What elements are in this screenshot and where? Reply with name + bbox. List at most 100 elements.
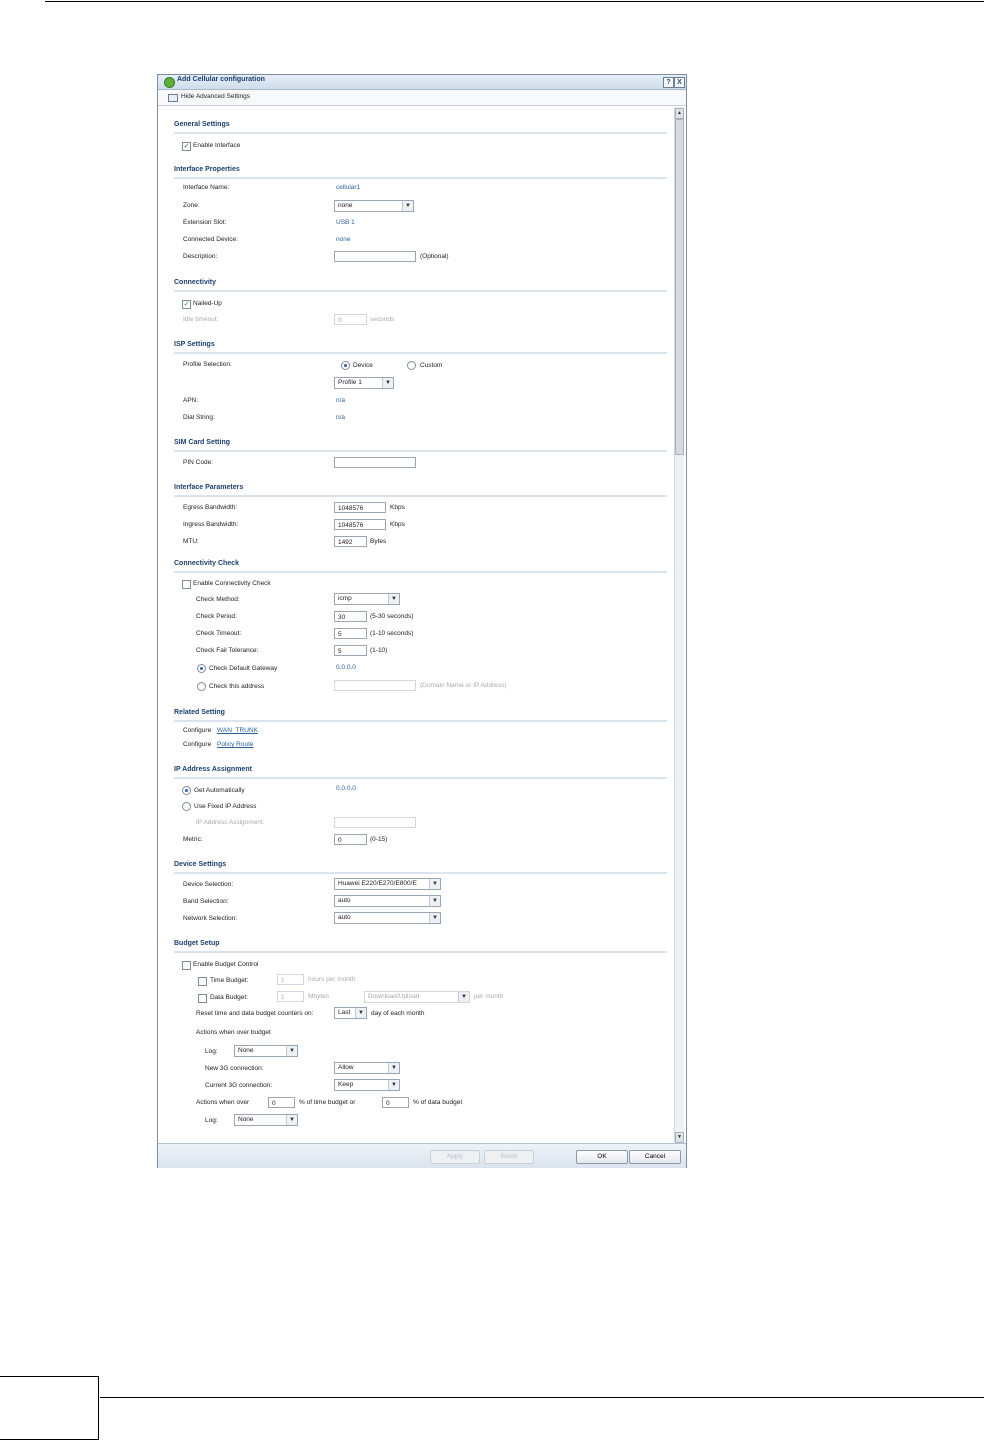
chevron-down-icon: ▼ bbox=[286, 1046, 297, 1056]
section-divider bbox=[174, 450, 667, 452]
reset-button[interactable]: Reset bbox=[484, 1150, 534, 1164]
check-timeout-hint: (1-10 seconds) bbox=[370, 630, 414, 637]
section-divider bbox=[174, 720, 667, 722]
over-time-percent-input[interactable]: 0 bbox=[268, 1097, 295, 1108]
over-data-percent-suffix: % of data budget bbox=[413, 1099, 463, 1106]
check-default-gateway-value: 0.0.0.0 bbox=[336, 664, 356, 671]
time-budget-label: Time Budget: bbox=[210, 977, 249, 984]
check-default-gateway-radio[interactable] bbox=[197, 664, 206, 673]
ingress-bandwidth-unit: Kbps bbox=[390, 521, 405, 528]
profile-device-label: Device bbox=[353, 362, 373, 369]
ingress-bandwidth-label: Ingress Bandwidth: bbox=[183, 521, 239, 528]
metric-input[interactable]: 0 bbox=[334, 834, 367, 845]
ingress-bandwidth-input[interactable]: 1048576 bbox=[334, 519, 386, 530]
get-automatically-radio[interactable] bbox=[182, 786, 191, 795]
section-connectivity-check: Connectivity Check bbox=[174, 560, 239, 567]
hide-advanced-settings-link[interactable]: Hide Advanced Settings bbox=[181, 93, 250, 100]
profile-custom-radio[interactable] bbox=[407, 361, 416, 370]
check-fail-tolerance-label: Check Fail Tolerance: bbox=[196, 647, 259, 654]
check-timeout-label: Check Timeout: bbox=[196, 630, 242, 637]
actions-over-budget-heading: Actions when over budget bbox=[196, 1029, 271, 1036]
nailed-up-label: Nailed-Up bbox=[193, 300, 222, 307]
log-select[interactable]: None ▼ bbox=[234, 1114, 298, 1126]
section-ip-address-assignment: IP Address Assignment bbox=[174, 766, 252, 773]
mtu-label: MTU: bbox=[183, 538, 199, 545]
metric-hint: (0-15) bbox=[370, 836, 388, 843]
collapse-icon[interactable] bbox=[168, 94, 178, 102]
chevron-down-icon: ▼ bbox=[458, 992, 469, 1002]
use-fixed-ip-label: Use Fixed IP Address bbox=[194, 803, 257, 810]
current-3g-connection-select[interactable]: Keep ▼ bbox=[334, 1079, 400, 1091]
data-budget-period: per month bbox=[474, 993, 504, 1000]
help-button[interactable]: ? bbox=[663, 77, 674, 88]
time-budget-unit: hours per month bbox=[308, 976, 356, 983]
network-selection-select[interactable]: auto ▼ bbox=[334, 912, 441, 924]
section-divider bbox=[174, 290, 667, 292]
check-address-hint: (Domain Name or IP Address) bbox=[420, 682, 507, 689]
check-address-input[interactable] bbox=[334, 680, 416, 691]
check-period-input[interactable]: 30 bbox=[334, 611, 367, 622]
over-data-percent-input[interactable]: 0 bbox=[382, 1097, 409, 1108]
check-method-select[interactable]: icmp ▼ bbox=[334, 593, 400, 605]
wan-trunk-link[interactable]: WAN_TRUNK bbox=[217, 727, 258, 734]
check-timeout-input[interactable]: 5 bbox=[334, 628, 367, 639]
device-selection-select[interactable]: Huawei E220/E270/E800/E ▼ bbox=[334, 878, 441, 890]
reset-day-select[interactable]: Last ▼ bbox=[334, 1007, 367, 1019]
enable-budget-control-checkbox[interactable] bbox=[182, 961, 191, 970]
dialog-title: Add Cellular configuration bbox=[177, 76, 265, 83]
new-3g-connection-select[interactable]: Allow ▼ bbox=[334, 1062, 400, 1074]
pin-code-input[interactable] bbox=[334, 457, 416, 468]
band-selection-select[interactable]: auto ▼ bbox=[334, 895, 441, 907]
time-budget-checkbox[interactable] bbox=[198, 977, 207, 986]
ok-button[interactable]: OK bbox=[576, 1150, 628, 1164]
profile-select[interactable]: Profile 1 ▼ bbox=[334, 377, 394, 389]
data-budget-input[interactable]: 1 bbox=[277, 991, 304, 1002]
description-input[interactable] bbox=[334, 251, 416, 262]
apply-button[interactable]: Apply bbox=[430, 1150, 480, 1164]
page-number-box bbox=[0, 1376, 99, 1440]
current-3g-connection-label: Current 3G connection: bbox=[205, 1082, 273, 1089]
zone-select[interactable]: none ▼ bbox=[334, 200, 414, 212]
use-fixed-ip-radio[interactable] bbox=[182, 802, 191, 811]
cancel-button[interactable]: Cancel bbox=[629, 1150, 681, 1164]
enable-interface-checkbox[interactable]: ✓ bbox=[182, 142, 191, 151]
log-label: Log: bbox=[205, 1048, 218, 1055]
get-automatically-label: Get Automatically bbox=[194, 787, 245, 794]
enable-connectivity-check-checkbox[interactable] bbox=[182, 580, 191, 589]
idle-timeout-input[interactable]: 0 bbox=[334, 314, 367, 325]
scrollbar-thumb[interactable] bbox=[675, 119, 684, 455]
time-budget-input[interactable]: 1 bbox=[277, 974, 304, 985]
dial-string-label: Dial String: bbox=[183, 414, 215, 421]
check-method-label: Check Method: bbox=[196, 596, 240, 603]
check-default-gateway-label: Check Default Gateway bbox=[209, 665, 278, 672]
scroll-down-arrow-icon[interactable]: ▼ bbox=[675, 1132, 684, 1143]
chevron-down-icon: ▼ bbox=[382, 378, 393, 388]
egress-bandwidth-input[interactable]: 1048576 bbox=[334, 502, 386, 513]
ip-address-input[interactable] bbox=[334, 817, 416, 828]
idle-timeout-label: Idle timeout: bbox=[183, 316, 219, 323]
check-fail-tolerance-input[interactable]: 5 bbox=[334, 645, 367, 656]
data-direction-select[interactable]: Download/Upload ▼ bbox=[364, 991, 470, 1003]
mtu-input[interactable]: 1492 bbox=[334, 536, 367, 547]
data-budget-unit: Mbytes bbox=[308, 993, 329, 1000]
extension-slot-value: USB 1 bbox=[336, 219, 355, 226]
nailed-up-checkbox[interactable]: ✓ bbox=[182, 300, 191, 309]
description-label: Description: bbox=[183, 253, 218, 260]
extension-slot-label: Extension Slot: bbox=[183, 219, 227, 226]
section-related-setting: Related Setting bbox=[174, 709, 225, 716]
log-select[interactable]: None ▼ bbox=[234, 1045, 298, 1057]
check-this-address-radio[interactable] bbox=[197, 682, 206, 691]
over-time-percent-suffix: % of time budget or bbox=[299, 1099, 356, 1106]
policy-route-link[interactable]: Policy Route bbox=[217, 741, 254, 748]
profile-device-radio[interactable] bbox=[341, 361, 350, 370]
reset-counters-label: Reset time and data budget counters on: bbox=[196, 1010, 314, 1017]
check-this-address-label: Check this address bbox=[209, 683, 265, 690]
scroll-up-arrow-icon[interactable]: ▲ bbox=[675, 108, 684, 119]
get-automatically-value: 0.0.0.0 bbox=[336, 785, 356, 792]
section-isp-settings: ISP Settings bbox=[174, 341, 215, 348]
close-button[interactable]: X bbox=[674, 77, 685, 88]
data-budget-checkbox[interactable] bbox=[198, 994, 207, 1003]
enable-budget-control-label: Enable Budget Control bbox=[193, 961, 259, 968]
chevron-down-icon: ▼ bbox=[388, 1080, 399, 1090]
log-label: Log: bbox=[205, 1117, 218, 1124]
